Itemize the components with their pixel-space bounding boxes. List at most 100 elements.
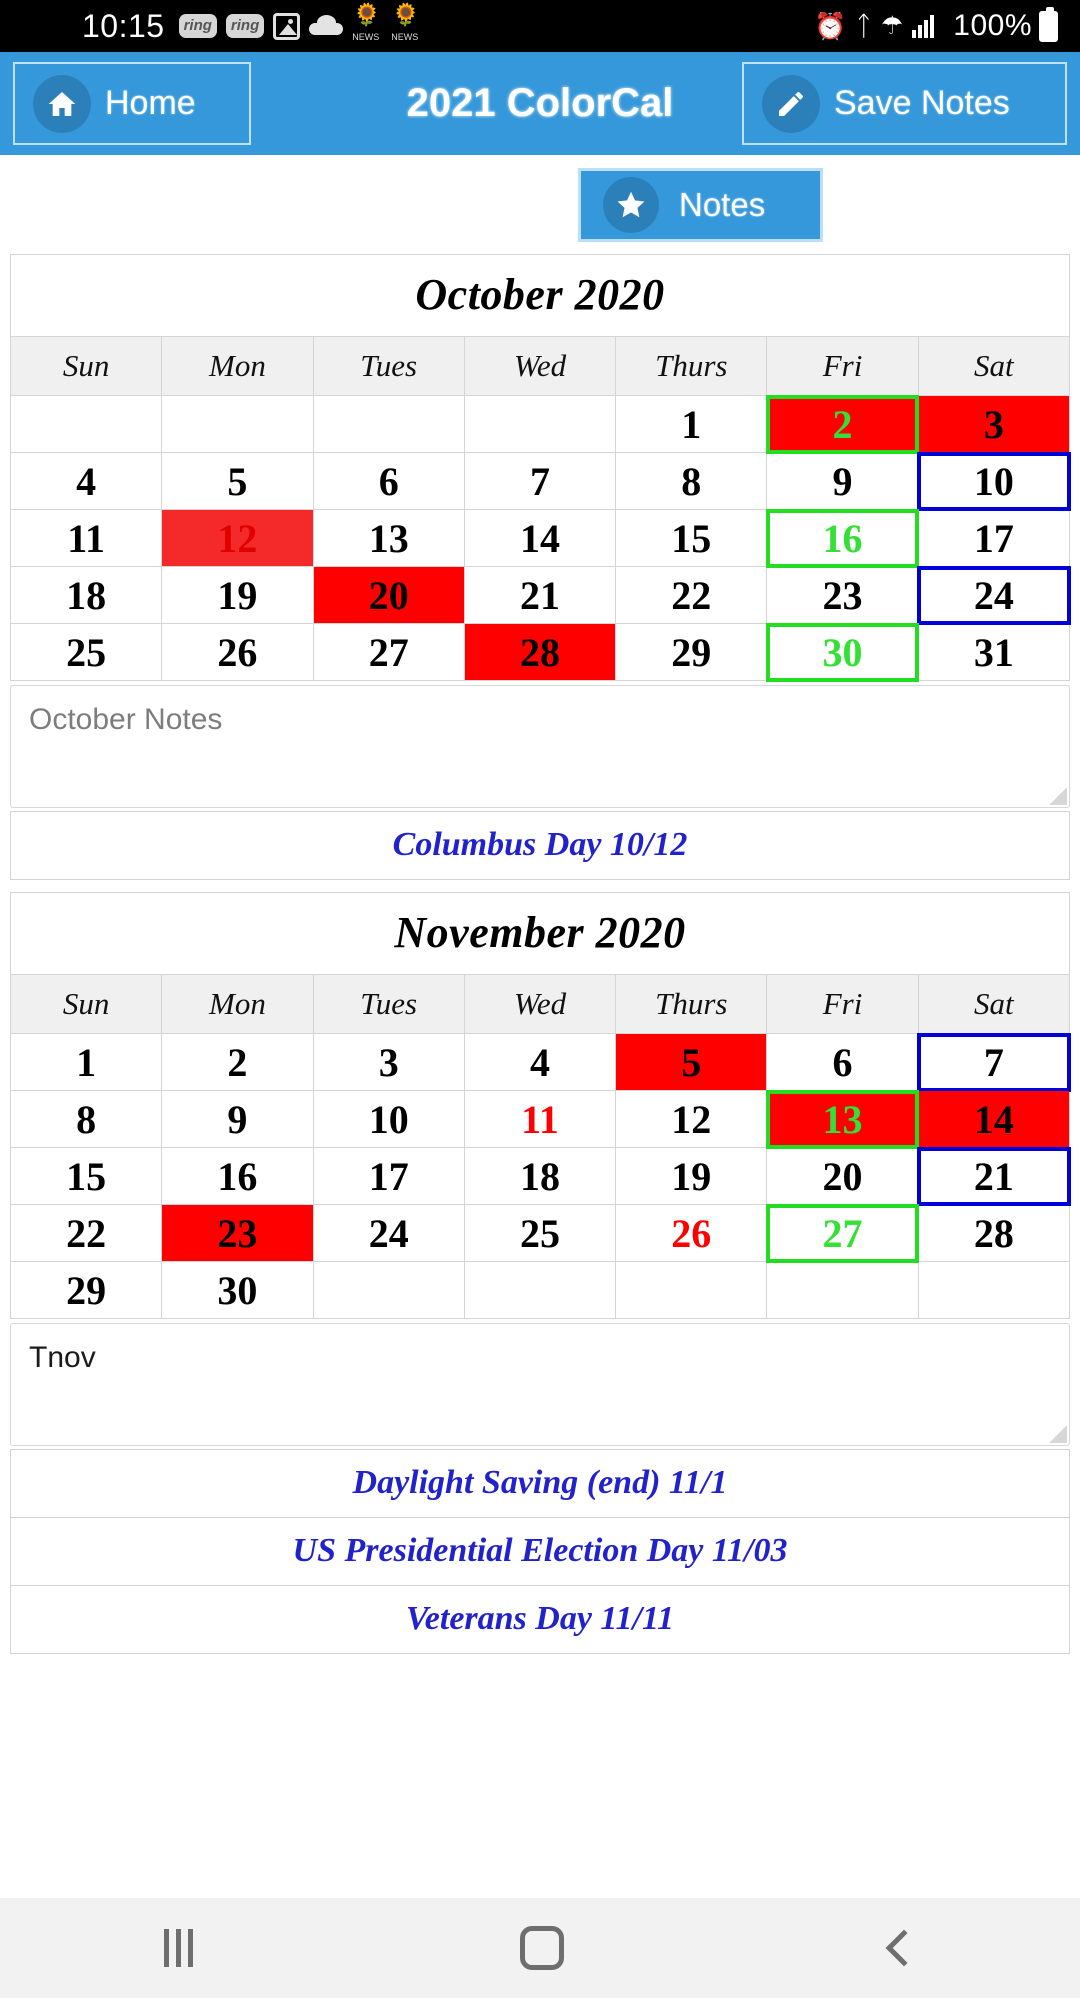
calendar-empty-cell — [9, 395, 163, 453]
week-row: 29 30 — [9, 1261, 1071, 1319]
calendar-day-cell[interactable]: 21 — [463, 566, 617, 624]
day-of-week-header: Tues — [312, 974, 465, 1034]
calendar-day-cell[interactable]: 25 — [9, 623, 163, 681]
day-of-week-header: Sun — [9, 974, 163, 1034]
calendar-day-cell[interactable]: 11 — [9, 509, 163, 567]
calendar-day-cell[interactable]: 8 — [615, 452, 768, 510]
calendar-day-cell[interactable]: 10 — [312, 1090, 465, 1148]
calendar-day-cell[interactable]: 5 — [615, 1033, 768, 1091]
day-of-week-header: Tues — [312, 336, 465, 396]
week-row: 4 5 6 7 8 9 10 — [9, 451, 1071, 511]
calendar-day-cell[interactable]: 28 — [463, 623, 617, 681]
calendar-day-cell[interactable]: 13 — [312, 509, 465, 567]
star-icon — [603, 177, 659, 233]
calendar-day-cell[interactable]: 1 — [615, 395, 768, 453]
calendar-day-cell[interactable]: 25 — [463, 1204, 617, 1262]
months-container: October 2020 Sun Mon Tues Wed Thurs Fri Sat 1 2 3 4… — [0, 254, 1080, 1654]
calendar-empty-cell — [463, 1261, 617, 1319]
calendar-day-cell[interactable]: 29 — [9, 1261, 163, 1319]
calendar-day-cell[interactable]: 30 — [161, 1261, 314, 1319]
calendar-empty-cell — [161, 395, 314, 453]
calendar-day-cell[interactable]: 8 — [9, 1090, 163, 1148]
calendar-day-cell[interactable]: 5 — [161, 452, 314, 510]
home-icon[interactable] — [519, 1926, 564, 1970]
calendar-day-cell[interactable]: 9 — [766, 452, 919, 510]
nbc-news-icon: 🌻 NEWS — [352, 4, 382, 45]
calendar-day-cell[interactable]: 18 — [463, 1147, 617, 1205]
calendar-day-cell[interactable]: 31 — [917, 623, 1071, 681]
notes-button-label: Notes — [679, 186, 766, 223]
calendar-day-cell[interactable]: 22 — [615, 566, 768, 624]
month-notes-textarea[interactable]: October Notes — [10, 685, 1070, 808]
holiday-row: US Presidential Election Day 11/03 — [11, 1518, 1069, 1586]
holiday-row: Daylight Saving (end) 11/1 — [11, 1450, 1069, 1518]
home-icon — [33, 74, 91, 133]
calendar-day-cell[interactable]: 13 — [765, 1089, 920, 1149]
calendar-day-cell[interactable]: 19 — [615, 1147, 768, 1205]
calendar-empty-cell — [463, 395, 617, 453]
calendar-day-cell[interactable]: 27 — [312, 623, 465, 681]
calendar-day-cell[interactable]: 12 — [161, 509, 314, 567]
calendar-day-cell[interactable]: 14 — [463, 509, 617, 567]
calendar-day-cell[interactable]: 6 — [766, 1033, 919, 1091]
calendar-day-cell[interactable]: 7 — [463, 452, 617, 510]
month-title: November 2020 — [10, 892, 1070, 975]
calendar-day-cell[interactable]: 4 — [463, 1033, 617, 1091]
calendar-day-cell[interactable]: 2 — [161, 1033, 314, 1091]
calendar-day-cell[interactable]: 10 — [917, 451, 1071, 511]
calendar-day-cell[interactable]: 12 — [615, 1090, 768, 1148]
day-of-week-header: Wed — [463, 974, 617, 1034]
calendar-day-cell[interactable]: 23 — [766, 566, 919, 624]
calendar-day-cell[interactable]: 4 — [9, 452, 163, 510]
calendar-day-cell[interactable]: 23 — [161, 1204, 314, 1262]
app-header: Home 2021 ColorCal Save Notes — [0, 52, 1080, 155]
calendar-day-cell[interactable]: 7 — [917, 1032, 1071, 1092]
calendar-day-cell[interactable]: 29 — [615, 623, 768, 681]
bluetooth-icon: ᛏ — [855, 10, 872, 41]
calendar-day-cell[interactable]: 28 — [917, 1204, 1071, 1262]
pencil-icon — [762, 74, 820, 133]
calendar-day-cell[interactable]: 26 — [161, 623, 314, 681]
day-of-week-header: Thurs — [615, 336, 768, 396]
calendar-day-cell[interactable]: 24 — [312, 1204, 465, 1262]
month-notes-textarea[interactable]: Tnov — [10, 1323, 1070, 1446]
calendar-day-cell[interactable]: 16 — [765, 508, 920, 568]
calendar-day-cell[interactable]: 19 — [161, 566, 314, 624]
week-row: 15 16 17 18 19 20 21 — [9, 1146, 1071, 1206]
calendar-day-cell[interactable]: 15 — [615, 509, 768, 567]
save-notes-button[interactable]: Save Notes — [742, 62, 1067, 145]
calendar-day-cell[interactable]: 14 — [917, 1090, 1071, 1148]
calendar-day-cell[interactable]: 27 — [765, 1203, 920, 1263]
recent-apps-icon[interactable] — [163, 1929, 193, 1967]
calendar-table: November 2020 Sun Mon Tues Wed Thurs Fri Sat 1 2 3… — [9, 892, 1071, 1319]
notes-toolbar: Notes — [0, 155, 1080, 254]
calendar-day-cell[interactable]: 16 — [161, 1147, 314, 1205]
ring-icon: ring — [178, 14, 217, 38]
ring-icon: ring — [225, 14, 265, 38]
calendar-day-cell[interactable]: 15 — [9, 1147, 163, 1205]
calendar-day-cell[interactable]: 22 — [9, 1204, 163, 1262]
notes-button[interactable]: Notes — [578, 168, 823, 242]
calendar-day-cell[interactable]: 3 — [917, 395, 1071, 453]
calendar-day-cell[interactable]: 3 — [312, 1033, 465, 1091]
day-of-week-header: Thurs — [615, 974, 768, 1034]
back-icon[interactable] — [885, 1929, 922, 1967]
calendar-day-cell[interactable]: 20 — [312, 566, 465, 624]
calendar-day-cell[interactable]: 17 — [917, 509, 1071, 567]
calendar-day-cell[interactable]: 30 — [765, 622, 920, 682]
calendar-day-cell[interactable]: 2 — [765, 394, 920, 454]
calendar-day-cell[interactable]: 1 — [9, 1033, 163, 1091]
week-row: 1234567 — [9, 1032, 1071, 1092]
calendar-day-cell[interactable]: 20 — [766, 1147, 919, 1205]
calendar-day-cell[interactable]: 21 — [917, 1146, 1071, 1206]
calendar-day-cell[interactable]: 26 — [615, 1204, 768, 1262]
calendar-day-cell[interactable]: 24 — [917, 565, 1071, 625]
home-button[interactable]: Home — [13, 62, 251, 145]
calendar-day-cell[interactable]: 11 — [463, 1090, 617, 1148]
calendar-day-cell[interactable]: 6 — [312, 452, 465, 510]
calendar-day-cell[interactable]: 18 — [9, 566, 163, 624]
month-gap — [0, 880, 1080, 892]
week-row: 8 9 10 11 12 13 14 — [9, 1089, 1071, 1149]
calendar-day-cell[interactable]: 9 — [161, 1090, 314, 1148]
calendar-day-cell[interactable]: 17 — [312, 1147, 465, 1205]
